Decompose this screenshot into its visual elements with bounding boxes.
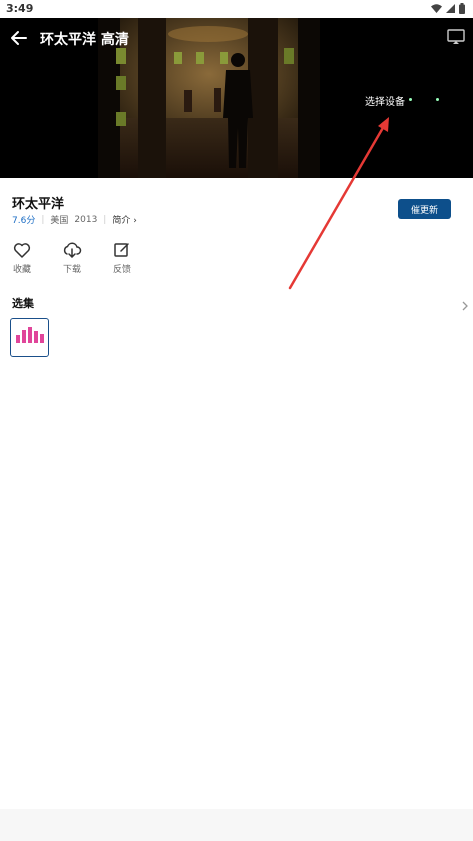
wifi-icon	[431, 4, 442, 13]
select-device-label[interactable]: 选择设备	[365, 93, 405, 108]
player-title: 环太平洋 高清	[40, 32, 129, 48]
urge-update-button[interactable]: 催更新	[398, 199, 451, 219]
device-dot	[436, 98, 439, 101]
movie-title: 环太平洋	[12, 197, 65, 212]
favorite-button[interactable]: 收藏	[12, 242, 32, 275]
download-label: 下载	[62, 265, 81, 275]
download-button[interactable]: 下载	[62, 242, 82, 275]
movie-score: 7.6分	[12, 216, 36, 226]
video-frame	[98, 18, 320, 178]
edit-icon	[113, 242, 131, 258]
movie-year: 2013	[74, 214, 98, 225]
signal-icon	[446, 4, 455, 13]
intro-link[interactable]: 简介 ›	[112, 213, 136, 226]
status-icons	[431, 3, 465, 14]
episode-item[interactable]	[10, 318, 49, 357]
feedback-button[interactable]: 反馈	[112, 242, 132, 275]
heart-icon	[13, 242, 31, 258]
feedback-label: 反馈	[112, 265, 131, 275]
status-time: 3:49	[6, 2, 34, 15]
video-player[interactable]: 环太平洋 高清 选择设备	[0, 18, 473, 178]
movie-region: 美国	[50, 216, 69, 226]
battery-icon	[459, 3, 465, 14]
action-row: 收藏 下载 反馈	[12, 242, 132, 275]
meta-divider: |	[103, 214, 107, 225]
back-arrow-icon[interactable]	[10, 30, 28, 46]
cast-screen-icon[interactable]	[447, 29, 465, 45]
sound-bars-icon	[15, 326, 44, 349]
chevron-right-icon[interactable]	[461, 296, 469, 311]
bottom-bar	[0, 809, 473, 841]
status-bar: 3:49	[0, 0, 473, 18]
favorite-label: 收藏	[12, 265, 31, 275]
cloud-download-icon	[62, 242, 82, 258]
device-dot	[409, 98, 412, 101]
episodes-header: 选集	[12, 297, 34, 310]
movie-meta: 7.6分 | 美国 2013 | 简介 ›	[12, 213, 137, 227]
meta-divider: |	[41, 214, 45, 225]
